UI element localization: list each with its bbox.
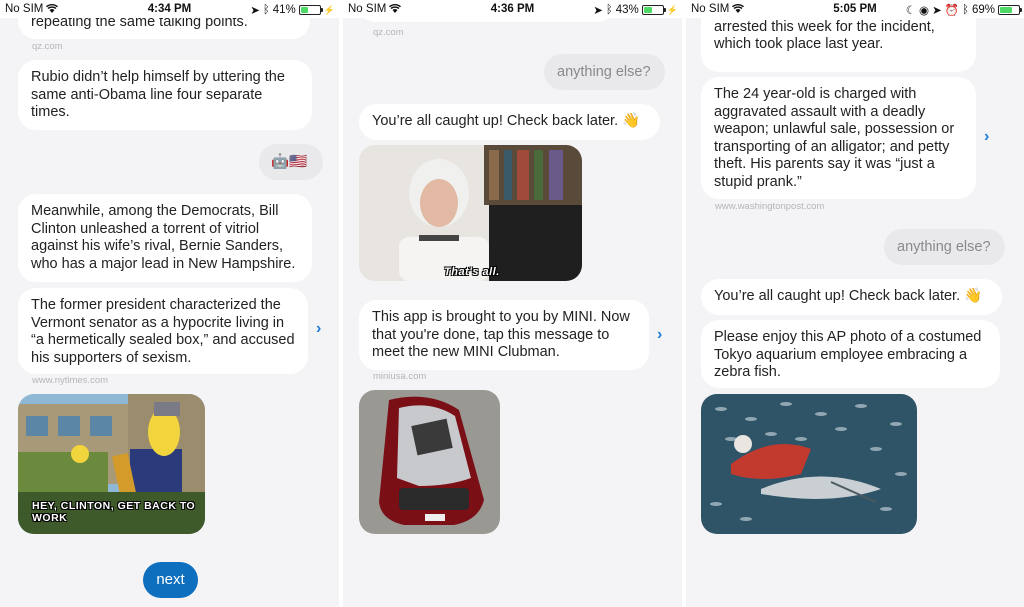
message-bubble: You’re all caught up! Check back later. …	[701, 279, 1002, 315]
location-icon: ➤	[593, 5, 603, 17]
devil-wears-prada-gif: That's all.	[359, 145, 582, 281]
message-bubble: You’re all caught up! Check back later. …	[359, 104, 660, 140]
message-bubble: Please enjoy this AP photo of a costumed…	[701, 320, 1000, 388]
next-button[interactable]: next	[143, 562, 198, 598]
user-message: anything else?	[884, 229, 1005, 265]
sponsor-bubble[interactable]: This app is brought to you by MINI. Now …	[359, 300, 649, 370]
message-bubble: Meanwhile, among the Democrats, Bill Cli…	[18, 194, 312, 282]
screen-1: No SIM 4:34 PM ➤ ᛒ 41% ⚡ repeating the s…	[0, 0, 339, 607]
message-text: The 24 year-old is charged with aggravat…	[714, 86, 955, 190]
bluetooth-icon: ᛒ	[605, 4, 613, 16]
user-message-text: anything else?	[897, 239, 991, 255]
chevron-right-icon[interactable]: ›	[316, 320, 321, 338]
article-bubble[interactable]: The former president characterized the V…	[18, 288, 308, 374]
battery-percent: 43%	[615, 4, 639, 16]
message-text: You’re all caught up! Check back later. …	[714, 288, 983, 304]
bluetooth-icon: ᛒ	[962, 4, 969, 16]
status-bar: No SIM 4:34 PM ➤ ᛒ 41% ⚡	[0, 0, 339, 18]
chevron-right-icon[interactable]: ›	[984, 128, 989, 146]
gif-caption: HEY, CLINTON, GET BACK TO WORK	[32, 500, 196, 524]
gif-caption: That's all.	[444, 266, 500, 278]
aquarium-photo	[701, 394, 917, 534]
battery-icon	[641, 5, 666, 15]
source-link[interactable]: www.nytimes.com	[32, 375, 108, 386]
screen-3: No SIM 5:05 PM ☾ ◉ ➤ ⏰ ᛒ 69% driver’s se…	[686, 0, 1024, 607]
simpsons-gif: HEY, CLINTON, GET BACK TO WORK	[18, 394, 205, 534]
message-text: Meanwhile, among the Democrats, Bill Cli…	[31, 203, 296, 272]
car-illustration	[359, 390, 500, 534]
message-bubble: Rubio didn’t help himself by uttering th…	[18, 60, 312, 130]
message-text: You’re all caught up! Check back later. …	[372, 113, 641, 129]
chevron-right-icon[interactable]: ›	[657, 326, 662, 344]
battery-percent: 41%	[272, 4, 296, 16]
status-bar: No SIM 5:05 PM ☾ ◉ ➤ ⏰ ᛒ 69%	[686, 0, 1024, 18]
woman-illustration	[359, 145, 582, 281]
emoji-text: 🤖🇺🇸	[271, 154, 308, 170]
charging-icon: ⚡	[323, 4, 335, 15]
message-text: Please enjoy this AP photo of a costumed…	[714, 329, 982, 380]
location-icon: ➤	[932, 5, 942, 17]
article-bubble[interactable]: The 24 year-old is charged with aggravat…	[701, 77, 976, 199]
screen-2: No SIM 4:36 PM ➤ ᛒ 43% ⚡ qz.com anything…	[343, 0, 682, 607]
user-message: anything else?	[544, 54, 665, 90]
mini-clubman-image	[359, 390, 500, 534]
location-icon: ➤	[250, 5, 260, 17]
source-link[interactable]: qz.com	[32, 41, 63, 52]
battery-percent: 69%	[971, 4, 995, 16]
source-link[interactable]: miniusa.com	[373, 371, 426, 382]
message-text: This app is brought to you by MINI. Now …	[372, 309, 630, 360]
rotation-lock-icon: ◉	[919, 5, 930, 17]
aquarium-illustration	[701, 394, 917, 534]
message-text: Rubio didn’t help himself by uttering th…	[31, 69, 285, 120]
message-text: The former president characterized the V…	[31, 297, 295, 366]
user-message-text: anything else?	[557, 64, 651, 80]
source-link[interactable]: qz.com	[373, 27, 404, 38]
alarm-icon: ⏰	[944, 5, 960, 17]
bluetooth-icon: ᛒ	[262, 4, 270, 16]
user-message: 🤖🇺🇸	[259, 144, 323, 180]
battery-icon	[998, 5, 1022, 15]
battery-icon	[298, 5, 323, 15]
moon-icon: ☾	[905, 5, 917, 17]
status-bar: No SIM 4:36 PM ➤ ᛒ 43% ⚡	[343, 0, 682, 18]
source-link[interactable]: www.washingtonpost.com	[715, 201, 824, 212]
charging-icon: ⚡	[666, 4, 678, 15]
